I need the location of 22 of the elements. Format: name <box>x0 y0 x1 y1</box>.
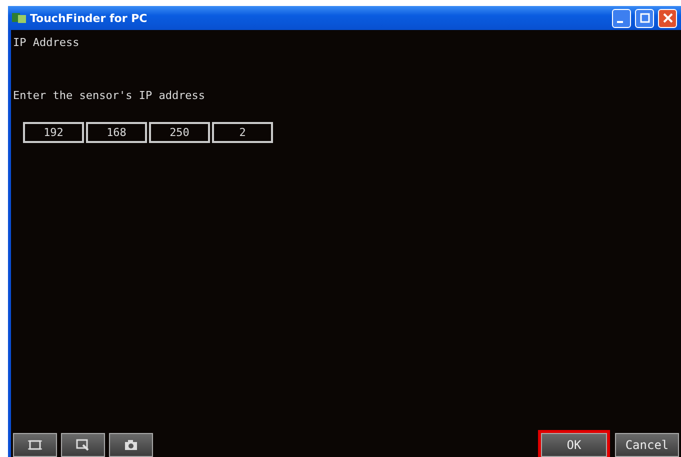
maximize-icon <box>638 12 650 24</box>
ip-octet-field[interactable]: 168 <box>86 122 147 143</box>
dialog-button[interactable]: OK <box>541 433 607 457</box>
ip-octet-field[interactable]: 250 <box>149 122 210 143</box>
ip-octet-field[interactable]: 192 <box>23 122 84 143</box>
zoom-button[interactable] <box>61 433 105 457</box>
minimize-icon <box>616 21 622 23</box>
frame-icon <box>28 439 42 451</box>
app-icon <box>12 12 26 24</box>
window-title: TouchFinder for PC <box>30 12 148 24</box>
prompt-text: Enter the sensor's IP address <box>13 89 206 102</box>
maximize-button[interactable] <box>635 8 654 28</box>
dialog-button[interactable]: Cancel <box>615 433 679 457</box>
frame-button[interactable] <box>13 433 57 457</box>
screen-heading: IP Address <box>13 36 80 49</box>
zoom-icon <box>76 439 90 451</box>
camera-button[interactable] <box>109 433 153 457</box>
ip-octet-field[interactable]: 2 <box>212 122 273 143</box>
minimize-button[interactable] <box>612 8 631 28</box>
camera-icon <box>124 439 138 451</box>
close-icon <box>662 12 674 24</box>
close-button[interactable] <box>658 8 677 28</box>
